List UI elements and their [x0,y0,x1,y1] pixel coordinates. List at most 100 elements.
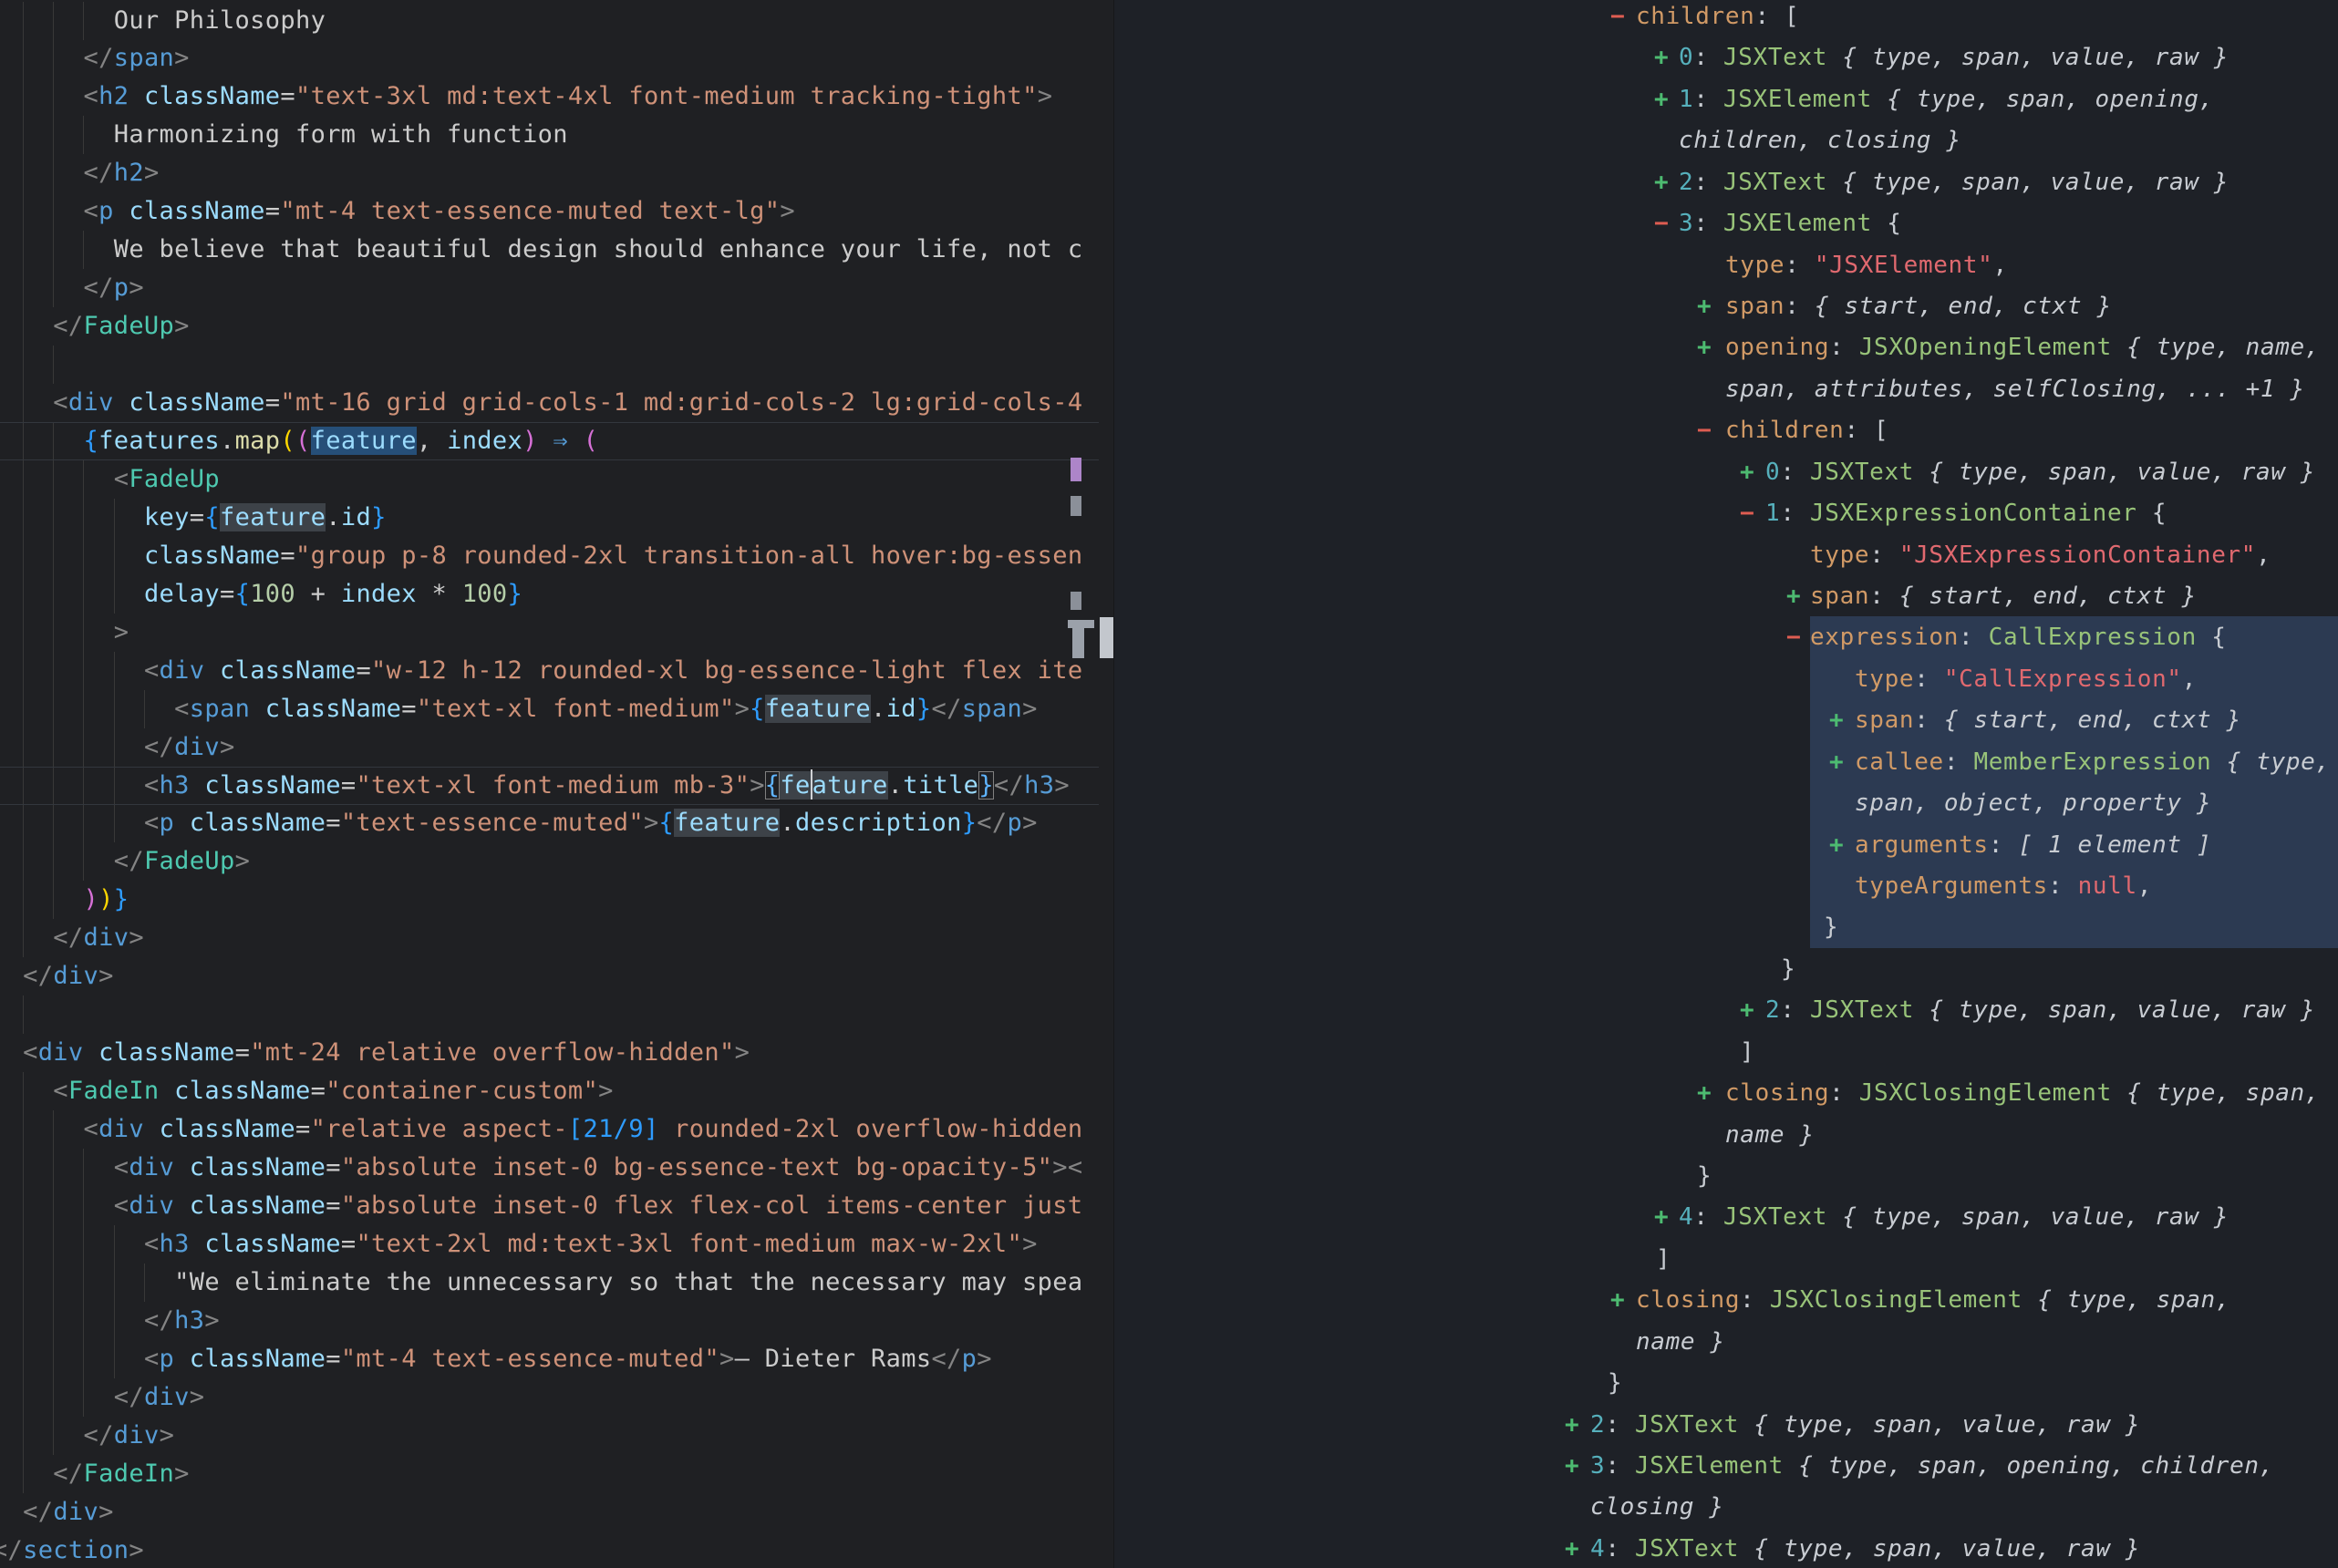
expand-node-icon[interactable]: + [1697,326,1712,368]
code-line[interactable]: className="group p-8 rounded-2xl transit… [0,537,1106,575]
expand-node-icon[interactable]: + [1565,1404,1579,1446]
code-line[interactable]: </h2> [0,154,1106,192]
ast-row[interactable]: } [1114,906,2338,948]
code-line[interactable]: <div className="mt-16 grid grid-cols-1 m… [0,384,1106,422]
ast-row[interactable]: type: "JSXExpressionContainer", [1114,534,2338,576]
code-line[interactable]: key={feature.id} [0,499,1106,537]
ast-row[interactable]: +1: JSXElement { type, span, opening, [1114,78,2338,120]
code-editor-pane[interactable]: Our Philosophy </span> <h2 className="te… [0,0,1113,1568]
ast-row[interactable]: +opening: JSXOpeningElement { type, name… [1114,326,2338,368]
ast-row[interactable]: span, object, property } [1114,782,2338,824]
expand-node-icon[interactable]: + [1829,699,1844,741]
code-line[interactable]: </div> [0,957,1106,995]
expand-node-icon[interactable]: + [1565,1445,1579,1487]
ast-row[interactable]: +4: JSXText { type, span, value, raw } [1114,1196,2338,1238]
ast-row[interactable]: −children: [ [1114,409,2338,451]
expand-node-icon[interactable]: + [1829,824,1844,866]
ast-tree-pane[interactable]: −children: [+0: JSXText { type, span, va… [1113,0,2338,1568]
code-line[interactable]: <FadeIn className="container-custom"> [0,1072,1106,1110]
ast-row[interactable]: ] [1114,1238,2338,1280]
expand-node-icon[interactable]: + [1697,285,1712,327]
code-line[interactable]: </div> [0,1417,1106,1455]
code-line[interactable]: </div> [0,728,1106,767]
code-line[interactable]: <p className="mt-4 text-essence-muted">—… [0,1340,1106,1378]
ast-row[interactable]: ] [1114,1031,2338,1073]
collapse-node-icon[interactable]: − [1697,409,1712,451]
ast-row[interactable]: +0: JSXText { type, span, value, raw } [1114,451,2338,493]
code-line[interactable]: Harmonizing form with function [0,116,1106,154]
code-line[interactable]: <span className="text-xl font-medium">{f… [0,690,1106,728]
ast-row[interactable]: } [1114,1362,2338,1404]
ast-row[interactable]: +2: JSXText { type, span, value, raw } [1114,989,2338,1031]
code-line[interactable]: </section> [0,1532,1106,1568]
expand-node-icon[interactable]: + [1697,1072,1712,1114]
ast-row[interactable]: +closing: JSXClosingElement { type, span… [1114,1279,2338,1321]
collapse-node-icon[interactable]: − [1610,0,1625,37]
ast-row[interactable]: span, attributes, selfClosing, ... +1 } [1114,368,2338,410]
code-line[interactable]: <div className="relative aspect-[21/9] r… [0,1110,1106,1149]
ast-row[interactable]: name } [1114,1114,2338,1156]
code-line[interactable]: </h3> [0,1302,1106,1340]
ast-row[interactable]: +2: JSXText { type, span, value, raw } [1114,161,2338,203]
ast-row[interactable]: } [1114,1155,2338,1197]
code-line[interactable]: <div className="absolute inset-0 flex fl… [0,1187,1106,1225]
code-line[interactable]: </div> [0,1493,1106,1532]
code-line[interactable]: "We eliminate the unnecessary so that th… [0,1264,1106,1302]
code-line[interactable]: <div className="mt-24 relative overflow-… [0,1034,1106,1072]
ast-row[interactable]: +4: JSXText { type, span, value, raw } [1114,1528,2338,1568]
expand-node-icon[interactable]: + [1654,36,1669,78]
ast-row[interactable]: name } [1114,1321,2338,1363]
code-line[interactable]: </p> [0,269,1106,307]
ast-row[interactable]: +closing: JSXClosingElement { type, span… [1114,1072,2338,1114]
collapse-node-icon[interactable]: − [1654,202,1669,244]
expand-node-icon[interactable]: + [1654,1196,1669,1238]
code-line[interactable]: ))} [0,881,1106,919]
ast-row[interactable]: closing } [1114,1486,2338,1528]
code-line[interactable]: </div> [0,919,1106,957]
ast-row[interactable]: −children: [ [1114,0,2338,37]
expand-node-icon[interactable]: + [1740,989,1754,1031]
ast-row[interactable]: +3: JSXElement { type, span, opening, ch… [1114,1445,2338,1487]
code-line[interactable]: </FadeIn> [0,1455,1106,1493]
code-line[interactable]: We believe that beautiful design should … [0,231,1106,269]
collapse-node-icon[interactable]: − [1740,492,1754,534]
code-line[interactable]: <h2 className="text-3xl md:text-4xl font… [0,77,1106,116]
code-line[interactable]: > [0,614,1106,652]
code-line[interactable]: <p className="mt-4 text-essence-muted te… [0,192,1106,231]
collapse-node-icon[interactable]: − [1786,616,1801,658]
ast-row[interactable]: +0: JSXText { type, span, value, raw } [1114,36,2338,78]
ast-row[interactable]: +2: JSXText { type, span, value, raw } [1114,1404,2338,1446]
expand-node-icon[interactable]: + [1610,1279,1625,1321]
code-line[interactable]: <div className="w-12 h-12 rounded-xl bg-… [0,652,1106,690]
code-line[interactable] [0,346,1106,384]
code-line[interactable]: </span> [0,39,1106,77]
code-line[interactable]: </div> [0,1378,1106,1417]
ast-row[interactable]: −1: JSXExpressionContainer { [1114,492,2338,534]
ast-row[interactable]: type: "JSXElement", [1114,244,2338,286]
expand-node-icon[interactable]: + [1829,741,1844,783]
code-line[interactable]: <FadeUp [0,460,1106,499]
code-line[interactable]: <h3 className="text-2xl md:text-3xl font… [0,1225,1106,1264]
expand-node-icon[interactable]: + [1654,78,1669,120]
ast-row[interactable]: +span: { start, end, ctxt } [1114,575,2338,617]
ast-row[interactable]: +span: { start, end, ctxt } [1114,699,2338,741]
ast-row[interactable]: children, closing } [1114,119,2338,161]
ast-row[interactable]: +arguments: [ 1 element ] [1114,824,2338,866]
code-line[interactable]: </FadeUp> [0,307,1106,346]
ast-row[interactable]: type: "CallExpression", [1114,658,2338,700]
ast-row[interactable]: +span: { start, end, ctxt } [1114,285,2338,327]
code-line[interactable]: Our Philosophy [0,2,1106,40]
code-line[interactable]: <div className="absolute inset-0 bg-esse… [0,1149,1106,1187]
scrollbar-thumb[interactable] [1100,617,1113,658]
ast-row[interactable]: } [1114,948,2338,990]
code-line[interactable]: <p className="text-essence-muted">{featu… [0,804,1106,842]
ast-row[interactable]: −expression: CallExpression { [1114,616,2338,658]
expand-node-icon[interactable]: + [1565,1528,1579,1568]
expand-node-icon[interactable]: + [1786,575,1801,617]
code-line[interactable]: delay={100 + index * 100} [0,575,1106,614]
code-line[interactable]: </FadeUp> [0,842,1106,881]
ast-row[interactable]: typeArguments: null, [1114,865,2338,907]
code-line[interactable] [0,995,1106,1034]
expand-node-icon[interactable]: + [1654,161,1669,203]
expand-node-icon[interactable]: + [1740,451,1754,493]
